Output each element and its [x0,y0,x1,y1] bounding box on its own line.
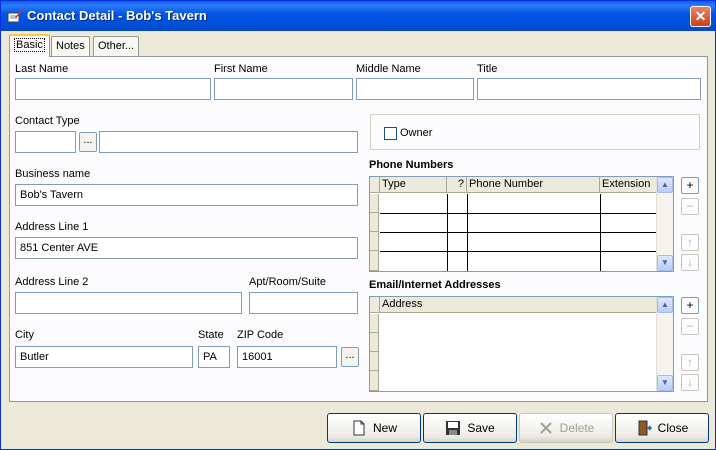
email-scroll-up-icon[interactable]: ▲ [657,297,673,313]
zip-browse-button[interactable]: ... [341,347,359,367]
tab-basic[interactable]: Basic [9,34,50,57]
delete-button-label: Delete [559,421,595,435]
title-label: Title [477,63,498,75]
exit-door-icon [638,420,652,436]
tab-notes[interactable]: Notes [51,36,90,56]
contact-type-browse-button[interactable]: ... [79,132,97,152]
address-line-2-field[interactable] [15,292,242,314]
address-line-1-label: Address Line 1 [15,221,89,233]
email-grid-scrollbar[interactable]: ▲ ▼ [656,297,673,391]
owner-group: Owner [370,114,700,150]
basic-panel: Last Name First Name Middle Name Title C… [9,56,708,402]
email-row-header[interactable] [370,352,379,371]
tab-other-label: Other... [98,40,135,52]
close-button[interactable]: Close [615,413,709,443]
new-document-icon [353,420,365,436]
move-phone-up-button[interactable]: ↑ [681,234,699,251]
address-line-1-field[interactable]: 851 Center AVE [15,237,358,259]
save-button-label: Save [467,421,495,435]
first-name-label: First Name [214,63,268,75]
new-button-label: New [372,421,397,435]
delete-button[interactable]: Delete [519,413,613,443]
tab-basic-label: Basic [14,38,45,52]
owner-label: Owner [400,127,433,139]
phone-grid-line [380,251,657,252]
window-title: Contact Detail - Bob's Tavern [27,8,207,23]
city-field[interactable]: Butler [15,346,193,368]
phone-numbers-heading: Phone Numbers [369,159,454,171]
add-email-button[interactable]: + [681,297,699,314]
apt-label: Apt/Room/Suite [249,276,327,288]
business-name-field[interactable]: Bob's Tavern [15,184,358,206]
app-icon [7,10,23,23]
last-name-label: Last Name [15,63,69,75]
email-col-address[interactable]: Address [380,297,657,313]
new-button[interactable]: New [327,413,421,443]
close-button-label: Close [657,421,689,435]
save-button[interactable]: Save [423,413,517,443]
email-grid-header: Address [370,297,657,313]
tab-notes-label: Notes [56,40,85,52]
email-row-header[interactable] [370,314,379,333]
middle-name-field[interactable] [356,78,474,100]
delete-x-icon [539,422,552,434]
city-label: City [15,329,34,341]
contact-detail-window: Contact Detail - Bob's Tavern ✕ Basic No… [0,0,716,450]
state-label: State [198,329,224,341]
first-name-field[interactable] [214,78,353,100]
phone-col-type[interactable]: Type [380,177,447,193]
phone-row-header[interactable] [370,213,379,232]
business-name-label: Business name [15,168,91,180]
phone-grid-line [600,194,601,271]
address-line-2-label: Address Line 2 [15,276,89,288]
email-row-header[interactable] [370,371,379,391]
remove-phone-button[interactable]: − [681,198,699,215]
phone-col-number[interactable]: Phone Number [467,177,600,193]
email-addresses-grid[interactable]: Address ▲ ▼ [369,296,674,392]
phone-scroll-up-icon[interactable]: ▲ [657,177,673,193]
zip-label: ZIP Code [237,329,284,341]
last-name-field[interactable] [15,78,211,100]
contact-type-description-field[interactable] [99,131,358,153]
apt-field[interactable] [249,292,358,314]
zip-field[interactable]: 16001 [237,346,337,368]
tab-other[interactable]: Other... [93,36,140,56]
contact-type-code-field[interactable] [15,131,76,153]
phone-grid-scrollbar[interactable]: ▲ ▼ [656,177,673,271]
remove-email-button[interactable]: − [681,318,699,335]
phone-scroll-down-icon[interactable]: ▼ [657,255,673,271]
move-email-down-button[interactable]: ↓ [681,374,699,391]
close-window-button[interactable]: ✕ [690,6,711,27]
title-bar: Contact Detail - Bob's Tavern ✕ [1,1,715,31]
email-row-header-corner [370,297,380,313]
phone-grid-line [380,213,657,214]
email-addresses-heading: Email/Internet Addresses [369,279,501,291]
move-email-up-button[interactable]: ↑ [681,354,699,371]
phone-row-header[interactable] [370,194,379,213]
phone-numbers-grid[interactable]: Type ? Phone Number Extension ▲ ▼ [369,176,674,272]
middle-name-label: Middle Name [356,63,421,75]
phone-grid-header: Type ? Phone Number Extension [370,177,657,193]
contact-type-label: Contact Type [15,115,80,127]
state-field[interactable]: PA [198,346,230,368]
email-row-header[interactable] [370,333,379,352]
phone-grid-line [467,194,468,271]
phone-col-primary[interactable]: ? [447,177,467,193]
phone-col-extension[interactable]: Extension [600,177,657,193]
title-field[interactable] [477,78,701,100]
email-scroll-down-icon[interactable]: ▼ [657,375,673,391]
phone-grid-line [380,232,657,233]
phone-row-header-corner [370,177,380,193]
phone-row-header[interactable] [370,232,379,251]
add-phone-button[interactable]: + [681,177,699,194]
phone-grid-line [447,194,448,271]
owner-checkbox[interactable] [384,127,397,140]
phone-row-header[interactable] [370,251,379,271]
move-phone-down-button[interactable]: ↓ [681,254,699,271]
save-disk-icon [446,421,461,435]
